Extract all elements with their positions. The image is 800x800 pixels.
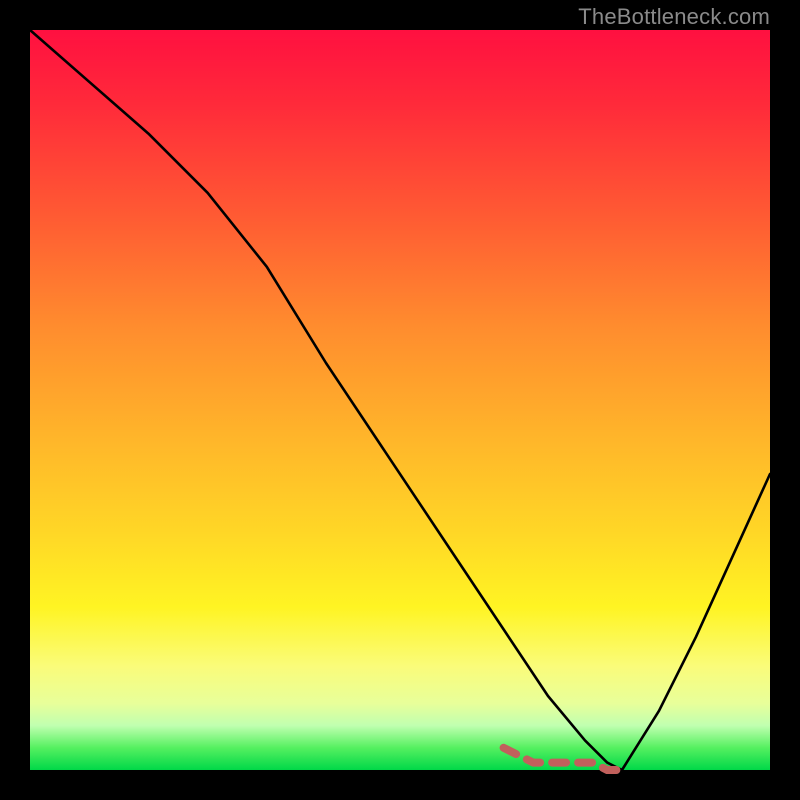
chart-frame: TheBottleneck.com bbox=[0, 0, 800, 800]
chart-overlay bbox=[30, 30, 770, 770]
watermark-text: TheBottleneck.com bbox=[578, 4, 770, 30]
bottleneck-curve bbox=[30, 30, 770, 770]
